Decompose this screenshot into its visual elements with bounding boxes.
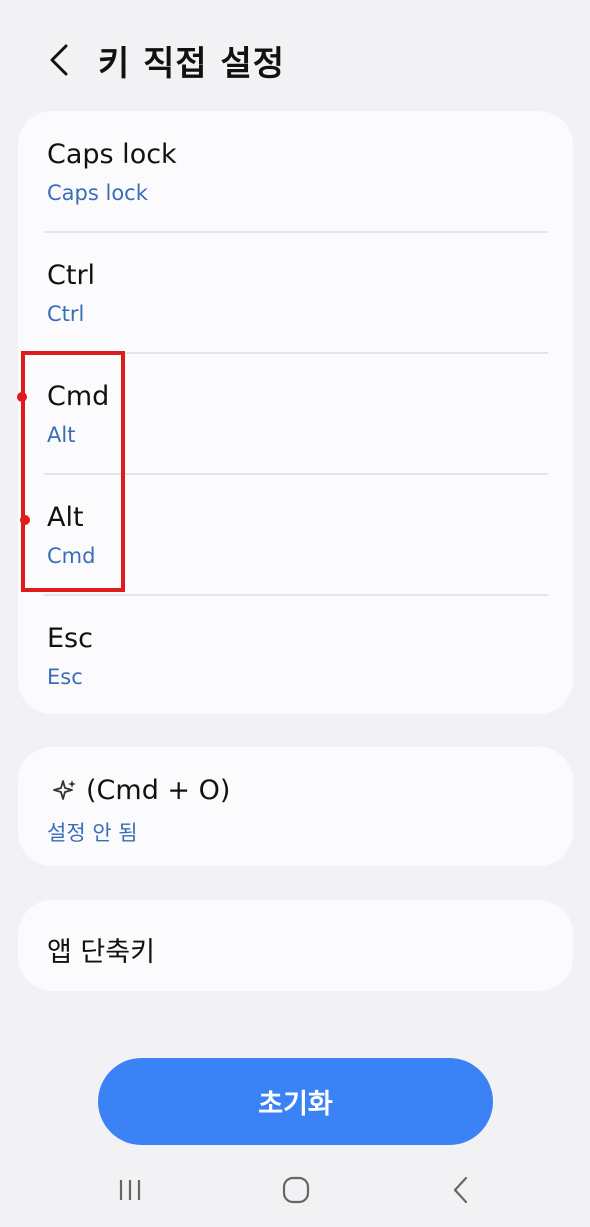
app-header: 키 직접 설정 [0, 0, 590, 112]
key-row-esc[interactable]: Esc Esc [18, 595, 573, 715]
shortcut-value: 설정 안 됨 [47, 821, 138, 845]
key-title: Esc [47, 623, 93, 654]
sparkle-icon [53, 779, 76, 800]
home-icon [282, 1176, 310, 1204]
annotation-dot [20, 515, 30, 525]
key-row-caps-lock[interactable]: Caps lock Caps lock [18, 111, 573, 231]
reset-button[interactable]: 초기화 [98, 1058, 493, 1145]
key-title: Caps lock [47, 139, 177, 170]
page-title: 키 직접 설정 [98, 44, 286, 84]
key-row-alt[interactable]: Alt Cmd [18, 474, 573, 594]
key-title: Ctrl [47, 260, 96, 291]
back-button[interactable] [38, 38, 78, 82]
key-mapped-value: Esc [47, 665, 83, 689]
app-shortcuts-title: 앱 단축키 [47, 937, 155, 968]
back-icon [453, 1176, 468, 1204]
chevron-left-icon [50, 44, 68, 76]
annotation-dot [17, 392, 27, 402]
key-mapped-value: Alt [47, 423, 76, 447]
key-title: Cmd [47, 381, 110, 412]
shortcut-card[interactable]: (Cmd + O) 설정 안 됨 [18, 747, 573, 866]
shortcut-title-row: (Cmd + O) [52, 775, 230, 806]
key-row-ctrl[interactable]: Ctrl Ctrl [18, 232, 573, 352]
key-mapped-value: Caps lock [47, 181, 148, 205]
shortcut-title: (Cmd + O) [86, 775, 231, 806]
key-row-cmd[interactable]: Cmd Alt [18, 353, 573, 473]
app-shortcuts-card[interactable]: 앱 단축키 [18, 900, 573, 991]
key-mapped-value: Ctrl [47, 302, 85, 326]
key-mapping-card: Caps lock Caps lock Ctrl Ctrl Cmd Alt Al… [18, 111, 573, 714]
recents-button[interactable] [100, 1170, 160, 1210]
key-mapped-value: Cmd [47, 544, 96, 568]
recents-icon [119, 1180, 141, 1200]
system-nav-bar [0, 1160, 590, 1220]
nav-back-button[interactable] [431, 1170, 491, 1210]
home-button[interactable] [266, 1170, 326, 1210]
key-title: Alt [47, 502, 84, 533]
